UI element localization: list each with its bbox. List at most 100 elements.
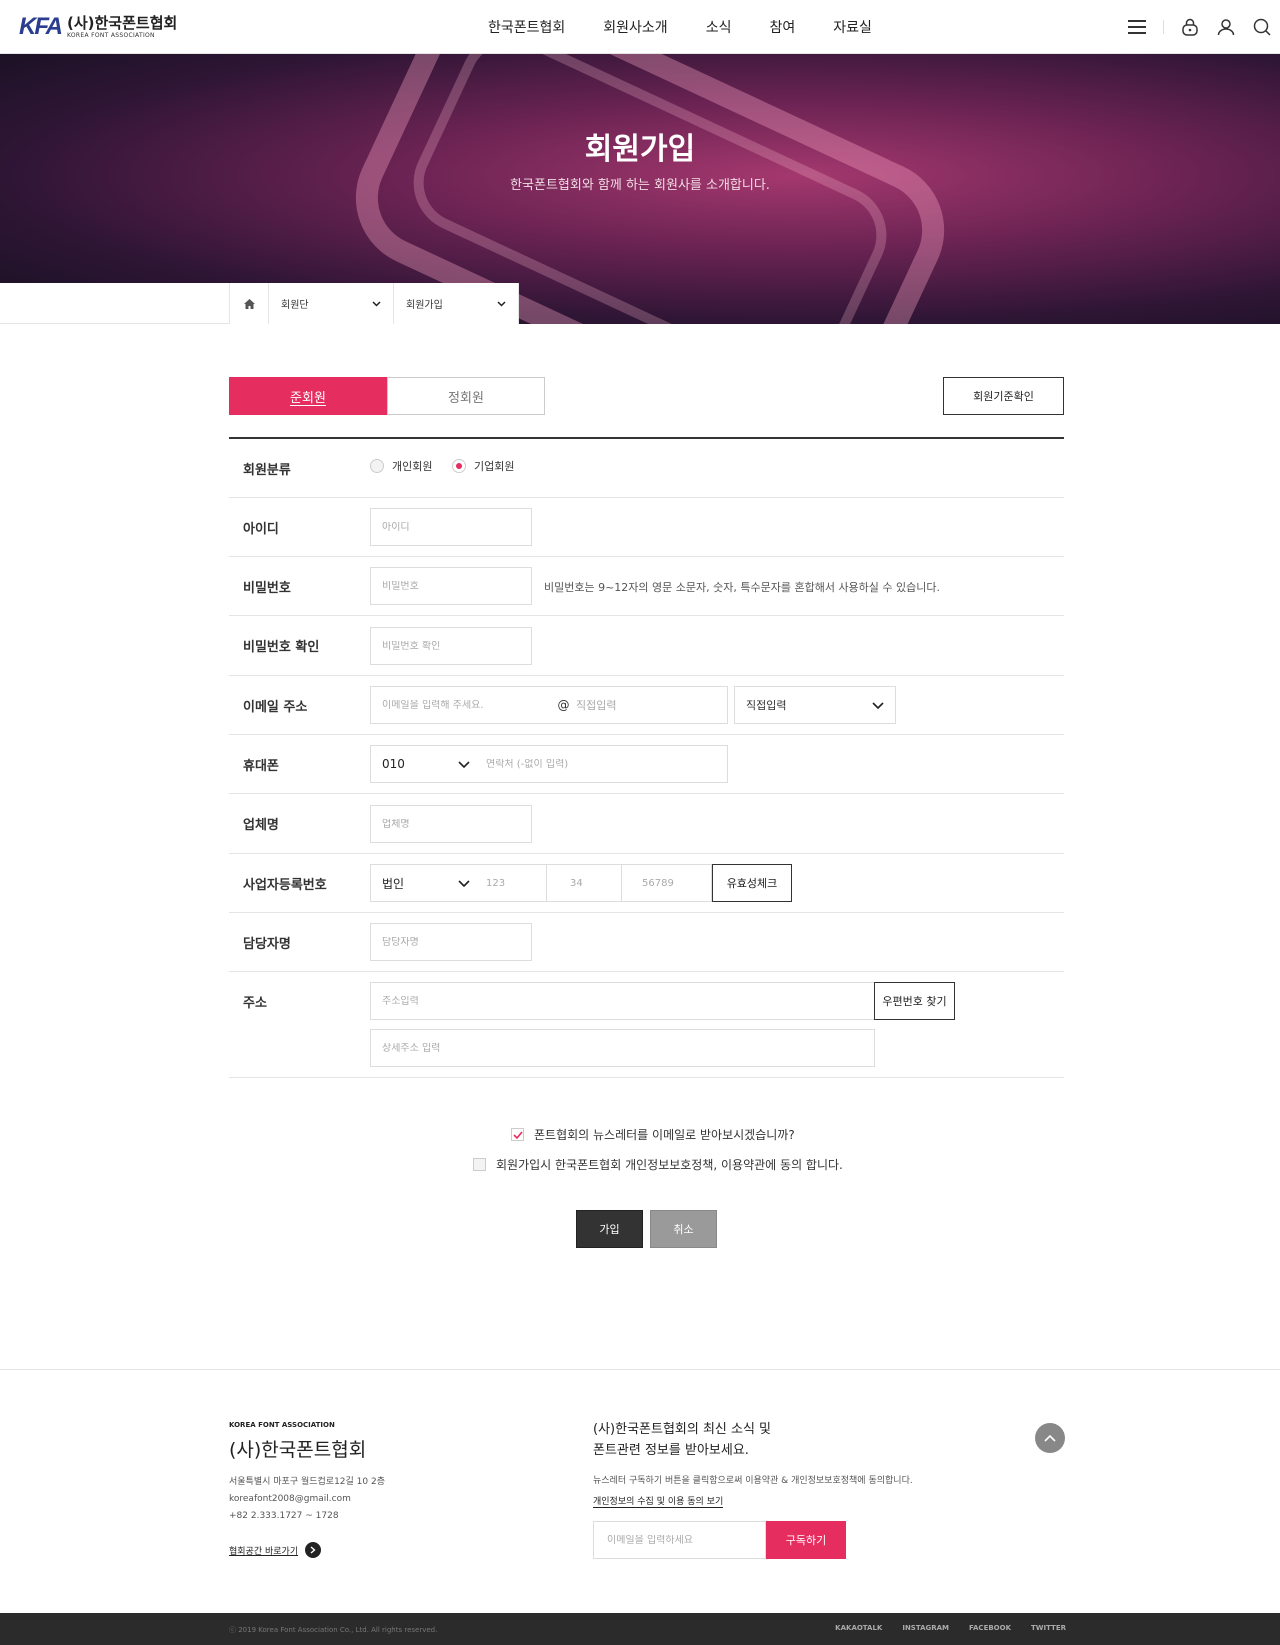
nav-item-archive[interactable]: 자료실 — [833, 17, 872, 37]
breadcrumb-select-level1[interactable]: 회원단 — [269, 283, 394, 324]
sns-instagram-link[interactable]: INSTAGRAM — [902, 1624, 949, 1632]
address-input[interactable] — [382, 995, 863, 1007]
tab-associate-member[interactable]: 준회원 — [229, 377, 387, 415]
id-input[interactable] — [382, 521, 520, 533]
address-detail-input[interactable] — [382, 1042, 863, 1054]
site-header: KFA (사)한국폰트협회 KOREA FONT ASSOCIATION 한국폰… — [0, 0, 1280, 54]
password-input[interactable] — [382, 580, 520, 592]
sns-twitter-link[interactable]: TWITTER — [1031, 1624, 1066, 1632]
cancel-button[interactable]: 취소 — [650, 1210, 717, 1248]
copyright: ⓒ 2019 Korea Font Association Co., Ltd. … — [229, 1626, 438, 1634]
password-confirm-input[interactable] — [382, 640, 520, 652]
search-icon[interactable] — [1244, 0, 1280, 54]
radio-personal[interactable]: 개인회원 — [370, 458, 432, 474]
site-logo[interactable]: KFA (사)한국폰트협회 KOREA FONT ASSOCIATION — [19, 13, 177, 41]
member-criteria-button[interactable]: 회원기준확인 — [943, 377, 1064, 415]
password-confirm-field[interactable] — [370, 627, 532, 665]
manager-field[interactable] — [370, 923, 532, 961]
email-domain-select[interactable]: 직접입력 — [734, 686, 896, 724]
company-label: 업체명 — [243, 818, 279, 833]
phone-number-input[interactable] — [486, 758, 706, 770]
radio-personal-label: 개인회원 — [392, 460, 433, 473]
password-confirm-label: 비밀번호 확인 — [243, 640, 320, 655]
address-detail-field[interactable] — [370, 1029, 875, 1067]
chevron-down-icon — [872, 701, 884, 709]
tab-regular-member[interactable]: 정회원 — [387, 377, 545, 415]
footer-bottom-bar: ⓒ 2019 Korea Font Association Co., Ltd. … — [0, 1613, 1280, 1645]
footer-address: 서울특별시 마포구 월드컵로12길 10 2층 — [229, 1477, 385, 1487]
password-field[interactable] — [370, 567, 532, 605]
chevron-down-icon — [458, 879, 470, 887]
home-icon[interactable] — [229, 283, 269, 324]
email-field[interactable]: @ — [370, 686, 728, 724]
arrow-right-icon — [305, 1542, 322, 1558]
sns-kakaotalk-link[interactable]: KAKAOTALK — [835, 1624, 882, 1632]
biz-number-field: 법인 — [370, 864, 712, 902]
radio-company[interactable]: 기업회원 — [452, 458, 514, 474]
manager-input[interactable] — [382, 936, 520, 948]
footer-org-name: (사)한국폰트협회 — [229, 1439, 367, 1461]
menu-icon[interactable] — [1119, 0, 1155, 54]
subscribe-button[interactable]: 구독하기 — [766, 1521, 846, 1559]
chevron-down-icon — [497, 300, 506, 307]
privacy-policy-link[interactable]: 개인정보의 수집 및 이용 동의 보기 — [593, 1494, 724, 1508]
biz-number-label: 사업자등록번호 — [243, 878, 327, 893]
id-label: 아이디 — [243, 522, 279, 537]
footer-divider — [0, 1369, 1280, 1370]
password-label: 비밀번호 — [243, 581, 291, 596]
newsletter-agree-checkbox[interactable]: 폰트협회의 뉴스레터를 이메일로 받아보시겠습니까? — [511, 1126, 795, 1143]
breadcrumb-select-level2[interactable]: 회원가입 — [394, 283, 519, 324]
phone-label: 휴대폰 — [243, 759, 279, 774]
breadcrumb-spacer — [0, 283, 229, 324]
phone-prefix-select[interactable]: 010 — [382, 757, 470, 771]
row-divider — [229, 853, 1064, 854]
biz-type-select[interactable]: 법인 — [382, 875, 470, 892]
validity-check-button[interactable]: 유효성체크 — [712, 864, 792, 902]
newsletter-heading-line2: 폰트관련 정보를 받아보세요. — [593, 1443, 749, 1458]
manager-label: 담당자명 — [243, 937, 291, 952]
chevron-down-icon — [372, 300, 381, 307]
row-divider — [229, 734, 1064, 735]
page-title: 회원가입 — [584, 132, 696, 167]
sns-facebook-link[interactable]: FACEBOOK — [969, 1624, 1011, 1632]
company-input[interactable] — [382, 818, 520, 830]
biz-number-part3-input[interactable] — [642, 877, 702, 889]
company-field[interactable] — [370, 805, 532, 843]
email-label: 이메일 주소 — [243, 700, 308, 715]
field-divider — [621, 864, 622, 902]
nav-item-members[interactable]: 회원사소개 — [603, 17, 667, 37]
phone-prefix-value: 010 — [382, 757, 405, 771]
email-at-sign: @ — [557, 698, 570, 712]
check-icon — [512, 1130, 523, 1139]
newsletter-email-field[interactable] — [593, 1521, 766, 1559]
member-type-label: 회원분류 — [243, 463, 291, 478]
main-nav: 한국폰트협회 회원사소개 소식 참여 자료실 — [488, 0, 872, 54]
zip-search-button[interactable]: 우편번호 찾기 — [874, 982, 955, 1020]
breadcrumb: 회원단 회원가입 — [0, 283, 519, 324]
newsletter-email-input[interactable] — [607, 1534, 752, 1546]
newsletter-description: 뉴스레터 구독하기 버튼을 클릭함으로써 이용약관 & 개인정보보호정책에 동의… — [593, 1476, 913, 1486]
footer-space-link[interactable]: 협회공간 바로가기 — [229, 1542, 322, 1558]
email-id-input[interactable] — [382, 699, 557, 711]
privacy-agree-checkbox[interactable]: 회원가입시 한국폰트협회 개인정보보호정책, 이용약관에 동의 합니다. — [473, 1156, 843, 1173]
email-domain-input[interactable] — [576, 698, 716, 712]
footer-contact-info: 서울특별시 마포구 월드컵로12길 10 2층 koreafont2008@gm… — [229, 1474, 385, 1525]
util-divider — [1163, 20, 1164, 34]
scroll-top-button[interactable] — [1035, 1423, 1065, 1453]
biz-number-part2-input[interactable] — [570, 877, 620, 889]
phone-field[interactable]: 010 — [370, 745, 728, 783]
footer-email: koreafont2008@gmail.com — [229, 1494, 351, 1504]
logo-title: (사)한국폰트협회 — [67, 13, 178, 32]
nav-item-news[interactable]: 소식 — [706, 17, 732, 37]
address-field[interactable] — [370, 982, 875, 1020]
biz-number-part1-input[interactable] — [486, 877, 546, 889]
nav-item-participate[interactable]: 참여 — [769, 17, 795, 37]
join-button[interactable]: 가입 — [576, 1210, 643, 1248]
user-icon[interactable] — [1208, 0, 1244, 54]
lock-icon[interactable] — [1172, 0, 1208, 54]
privacy-agree-label: 회원가입시 한국폰트협회 개인정보보호정책, 이용약관에 동의 합니다. — [496, 1158, 843, 1172]
id-field[interactable] — [370, 508, 532, 546]
nav-item-association[interactable]: 한국폰트협회 — [488, 17, 565, 37]
newsletter-heading: (사)한국폰트협회의 최신 소식 및 폰트관련 정보를 받아보세요. — [593, 1419, 771, 1461]
field-divider — [546, 864, 547, 902]
